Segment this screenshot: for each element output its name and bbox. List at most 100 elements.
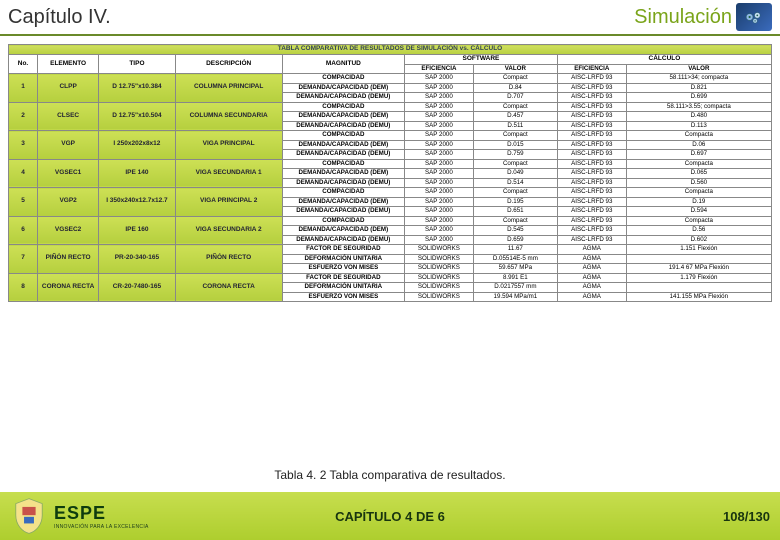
cell-sval: D.195 [473, 197, 557, 207]
stub-el: CLPP [38, 74, 99, 103]
cell-sval: D.015 [473, 140, 557, 150]
cell-cval: 58.111>34; compacta [626, 74, 771, 84]
cell-ceff: AISC-LRFD 93 [557, 150, 626, 160]
cell-seff: SOLIDWORKS [405, 245, 474, 255]
cell-ceff: AISC-LRFD 93 [557, 131, 626, 141]
cell-ceff: AISC-LRFD 93 [557, 178, 626, 188]
cell-cval: 141.155 MPa Flexión [626, 292, 771, 302]
cell-ceff: AISC-LRFD 93 [557, 235, 626, 245]
magnitude-label: DEMANDA/CAPACIDAD (DEM) [282, 226, 404, 236]
section-title: Simulación [634, 6, 732, 29]
stub-no: 2 [9, 102, 38, 131]
cell-ceff: AISC-LRFD 93 [557, 121, 626, 131]
table-row: 2CLSECD 12.75"x10.504COLUMNA SECUNDARIAC… [9, 102, 772, 112]
cell-sval: Compact [473, 74, 557, 84]
cell-seff: SAP 2000 [405, 188, 474, 198]
col-magnitud: MAGNITUD [282, 54, 404, 73]
cell-ceff: AISC-LRFD 93 [557, 188, 626, 198]
stub-tipo: D 12.75"x10.384 [99, 74, 175, 103]
stub-tipo: D 12.75"x10.504 [99, 102, 175, 131]
espe-tagline: INNOVACIÓN PARA LA EXCELENCIA [54, 524, 149, 530]
cell-seff: SAP 2000 [405, 197, 474, 207]
cell-sval: Compact [473, 131, 557, 141]
cell-seff: SAP 2000 [405, 235, 474, 245]
cell-sval: 11.67 [473, 245, 557, 255]
stub-tipo: IPE 140 [99, 159, 175, 188]
col-descripcion: DESCRIPCIÓN [175, 54, 282, 73]
stub-tipo: CR-20-7480-165 [99, 273, 175, 302]
cell-ceff: AISC-LRFD 93 [557, 159, 626, 169]
magnitude-label: COMPACIDAD [282, 74, 404, 84]
cell-ceff: AISC-LRFD 93 [557, 197, 626, 207]
magnitude-label: DEMANDA/CAPACIDAD (DEM) [282, 169, 404, 179]
slide: Capítulo IV. Simulación TABLA COMPARATIV… [0, 0, 780, 540]
stub-no: 4 [9, 159, 38, 188]
cell-sval: D.707 [473, 93, 557, 103]
cell-cval: 58.111>3.55; compacta [626, 102, 771, 112]
cell-cval [626, 283, 771, 293]
magnitude-label: DEMANDA/CAPACIDAD (DEMU) [282, 207, 404, 217]
magnitude-label: DEMANDA/CAPACIDAD (DEMU) [282, 121, 404, 131]
col-calc-eff: EFICIENCIA [557, 64, 626, 74]
stub-no: 3 [9, 131, 38, 160]
footer: ESPE INNOVACIÓN PARA LA EXCELENCIA CAPÍT… [0, 492, 780, 540]
stub-no: 5 [9, 188, 38, 217]
cell-ceff: AGMA [557, 283, 626, 293]
magnitude-label: DEMANDA/CAPACIDAD (DEMU) [282, 150, 404, 160]
cell-cval: D.594 [626, 207, 771, 217]
cell-ceff: AISC-LRFD 93 [557, 93, 626, 103]
cell-sval: D.659 [473, 235, 557, 245]
cell-ceff: AGMA [557, 264, 626, 274]
stub-tipo: PR-20-340-165 [99, 245, 175, 274]
magnitude-label: DEFORMACIÓN UNITARIA [282, 254, 404, 264]
cell-seff: SAP 2000 [405, 226, 474, 236]
cell-seff: SAP 2000 [405, 112, 474, 122]
magnitude-label: FACTOR DE SEGURIDAD [282, 273, 404, 283]
stub-el: CLSEC [38, 102, 99, 131]
cell-ceff: AISC-LRFD 93 [557, 207, 626, 217]
stub-el: VGSEC2 [38, 216, 99, 245]
cell-cval: D.19 [626, 197, 771, 207]
cell-sval: D.514 [473, 178, 557, 188]
cell-seff: SAP 2000 [405, 150, 474, 160]
cell-sval: Compact [473, 102, 557, 112]
cell-ceff: AGMA [557, 254, 626, 264]
col-tipo: TIPO [99, 54, 175, 73]
cell-sval: D.651 [473, 207, 557, 217]
cell-ceff: AGMA [557, 245, 626, 255]
cell-sval: 59.657 MPa [473, 264, 557, 274]
magnitude-label: DEMANDA/CAPACIDAD (DEMU) [282, 178, 404, 188]
stub-desc: VIGA PRINCIPAL 2 [175, 188, 282, 217]
magnitude-label: ESFUERZO VON MISES [282, 292, 404, 302]
cell-ceff: AISC-LRFD 93 [557, 226, 626, 236]
stub-el: VGP [38, 131, 99, 160]
magnitude-label: ESFUERZO VON MISES [282, 264, 404, 274]
crest-icon [10, 496, 48, 536]
results-table-wrap: TABLA COMPARATIVA DE RESULTADOS DE SIMUL… [8, 44, 772, 466]
col-calc-val: VALOR [626, 64, 771, 74]
chapter-indicator: CAPÍTULO 4 DE 6 [335, 509, 445, 524]
magnitude-label: COMPACIDAD [282, 216, 404, 226]
cell-sval: D.0217557 mm [473, 283, 557, 293]
magnitude-label: DEFORMACIÓN UNITARIA [282, 283, 404, 293]
results-table: TABLA COMPARATIVA DE RESULTADOS DE SIMUL… [8, 44, 772, 302]
cell-seff: SAP 2000 [405, 131, 474, 141]
cell-seff: SAP 2000 [405, 178, 474, 188]
chapter-title: Capítulo IV. [8, 6, 111, 29]
cell-cval: D.113 [626, 121, 771, 131]
cell-sval: D.511 [473, 121, 557, 131]
cell-cval: D.697 [626, 150, 771, 160]
col-elemento: ELEMENTO [38, 54, 99, 73]
cell-cval: D.560 [626, 178, 771, 188]
cell-ceff: AISC-LRFD 93 [557, 112, 626, 122]
magnitude-label: COMPACIDAD [282, 188, 404, 198]
cell-ceff: AGMA [557, 292, 626, 302]
stub-no: 8 [9, 273, 38, 302]
espe-logo-text: ESPE [54, 503, 149, 524]
cell-seff: SOLIDWORKS [405, 292, 474, 302]
table-row: 3VGPI 250x202x8x12VIGA PRINCIPALCOMPACID… [9, 131, 772, 141]
cell-seff: SAP 2000 [405, 121, 474, 131]
stub-desc: CORONA RECTA [175, 273, 282, 302]
stub-el: CORONA RECTA [38, 273, 99, 302]
cell-sval: D.05514E-5 mm [473, 254, 557, 264]
